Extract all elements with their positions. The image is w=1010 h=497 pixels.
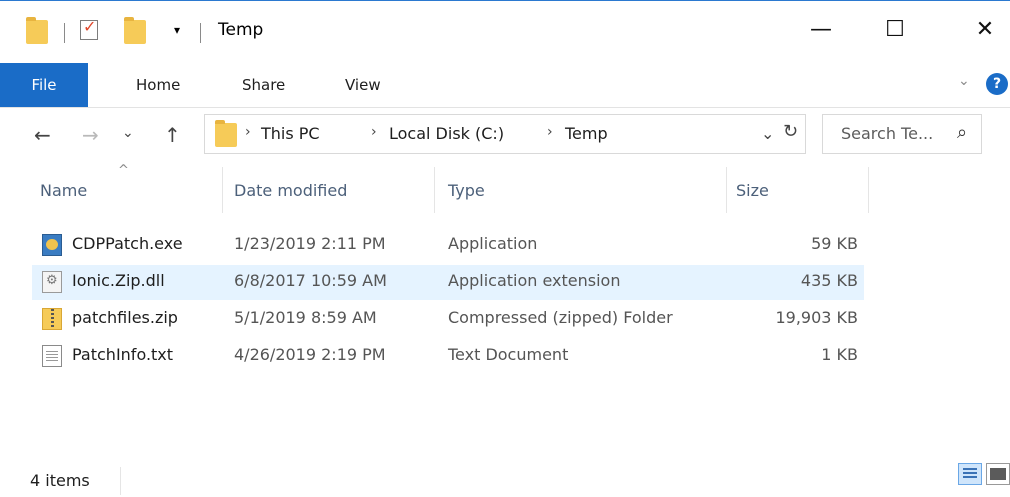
details-view-icon[interactable] (958, 463, 982, 485)
column-divider[interactable] (434, 167, 435, 213)
explorer-window: ✓ ▾ Temp — ☐ ✕ File Home Share View ⌄ ? … (0, 0, 1010, 497)
forward-button[interactable]: → (82, 123, 99, 147)
search-placeholder[interactable]: Search Te... (841, 124, 933, 143)
file-row[interactable]: Ionic.Zip.dll 6/8/2017 10:59 AM Applicat… (32, 265, 864, 300)
file-type: Application (448, 234, 538, 253)
exe-icon (42, 234, 62, 256)
breadcrumb-this-pc[interactable]: This PC (261, 124, 320, 143)
close-button[interactable]: ✕ (962, 1, 1008, 59)
file-row[interactable]: PatchInfo.txt 4/26/2019 2:19 PM Text Doc… (32, 339, 864, 374)
file-size: 59 KB (811, 234, 858, 253)
ribbon-tabs: File Home Share View ⌄ ? (0, 63, 1010, 108)
file-date: 4/26/2019 2:19 PM (234, 345, 386, 364)
expand-ribbon-icon[interactable]: ⌄ (958, 73, 970, 89)
tab-home[interactable]: Home (136, 63, 180, 107)
tab-file[interactable]: File (0, 63, 88, 107)
breadcrumb-separator[interactable]: › (245, 124, 251, 140)
breadcrumb-temp[interactable]: Temp (565, 124, 608, 143)
file-size: 19,903 KB (775, 308, 858, 327)
new-folder-icon[interactable] (124, 17, 146, 44)
column-divider[interactable] (222, 167, 223, 213)
column-header-date[interactable]: Date modified (234, 181, 347, 200)
separator (200, 23, 201, 43)
file-type: Compressed (zipped) Folder (448, 308, 673, 327)
up-button[interactable]: ↑ (164, 123, 181, 147)
recent-locations-button[interactable]: ⌄ (122, 125, 134, 141)
breadcrumb-separator[interactable]: › (547, 124, 553, 140)
column-header-name[interactable]: Name (40, 181, 87, 200)
large-icons-view-icon[interactable] (986, 463, 1010, 485)
minimize-button[interactable]: — (798, 1, 844, 59)
file-type: Application extension (448, 271, 621, 290)
tab-share[interactable]: Share (242, 63, 285, 107)
file-type: Text Document (448, 345, 569, 364)
file-row[interactable]: patchfiles.zip 5/1/2019 8:59 AM Compress… (32, 302, 864, 337)
file-size: 1 KB (821, 345, 858, 364)
file-name[interactable]: Ionic.Zip.dll (72, 271, 165, 290)
help-icon[interactable]: ? (986, 73, 1008, 95)
address-bar[interactable]: › This PC › Local Disk (C:) › Temp ⌄ ↻ (204, 114, 806, 154)
tab-view[interactable]: View (345, 63, 381, 107)
column-header-size[interactable]: Size (736, 181, 769, 200)
zip-icon (42, 308, 62, 330)
title-bar: ✓ ▾ Temp — ☐ ✕ (0, 1, 1010, 59)
file-name[interactable]: PatchInfo.txt (72, 345, 173, 364)
breadcrumb-local-disk[interactable]: Local Disk (C:) (389, 124, 504, 143)
search-box[interactable]: Search Te... ⌕ (822, 114, 982, 154)
address-dropdown-icon[interactable]: ⌄ (761, 124, 774, 143)
properties-icon[interactable]: ✓ (80, 17, 98, 40)
file-date: 5/1/2019 8:59 AM (234, 308, 377, 327)
folder-icon (26, 17, 48, 44)
column-divider[interactable] (868, 167, 869, 213)
window-title: Temp (218, 20, 264, 40)
separator (64, 23, 65, 43)
txt-icon (42, 345, 62, 367)
status-item-count: 4 items (30, 471, 90, 490)
status-divider (120, 467, 121, 495)
folder-icon (215, 120, 237, 147)
sort-ascending-icon: ^ (118, 163, 129, 178)
file-date: 1/23/2019 2:11 PM (234, 234, 386, 253)
dll-icon (42, 271, 62, 293)
file-size: 435 KB (800, 271, 858, 290)
column-divider[interactable] (726, 167, 727, 213)
file-row[interactable]: CDPPatch.exe 1/23/2019 2:11 PM Applicati… (32, 228, 864, 263)
file-name[interactable]: CDPPatch.exe (72, 234, 183, 253)
file-date: 6/8/2017 10:59 AM (234, 271, 387, 290)
maximize-button[interactable]: ☐ (872, 1, 918, 59)
file-name[interactable]: patchfiles.zip (72, 308, 178, 327)
customize-quick-access-icon[interactable]: ▾ (174, 23, 180, 37)
column-header-type[interactable]: Type (448, 181, 485, 200)
refresh-icon[interactable]: ↻ (783, 121, 798, 142)
breadcrumb-separator[interactable]: › (371, 124, 377, 140)
back-button[interactable]: ← (34, 123, 51, 147)
search-icon[interactable]: ⌕ (957, 122, 967, 143)
